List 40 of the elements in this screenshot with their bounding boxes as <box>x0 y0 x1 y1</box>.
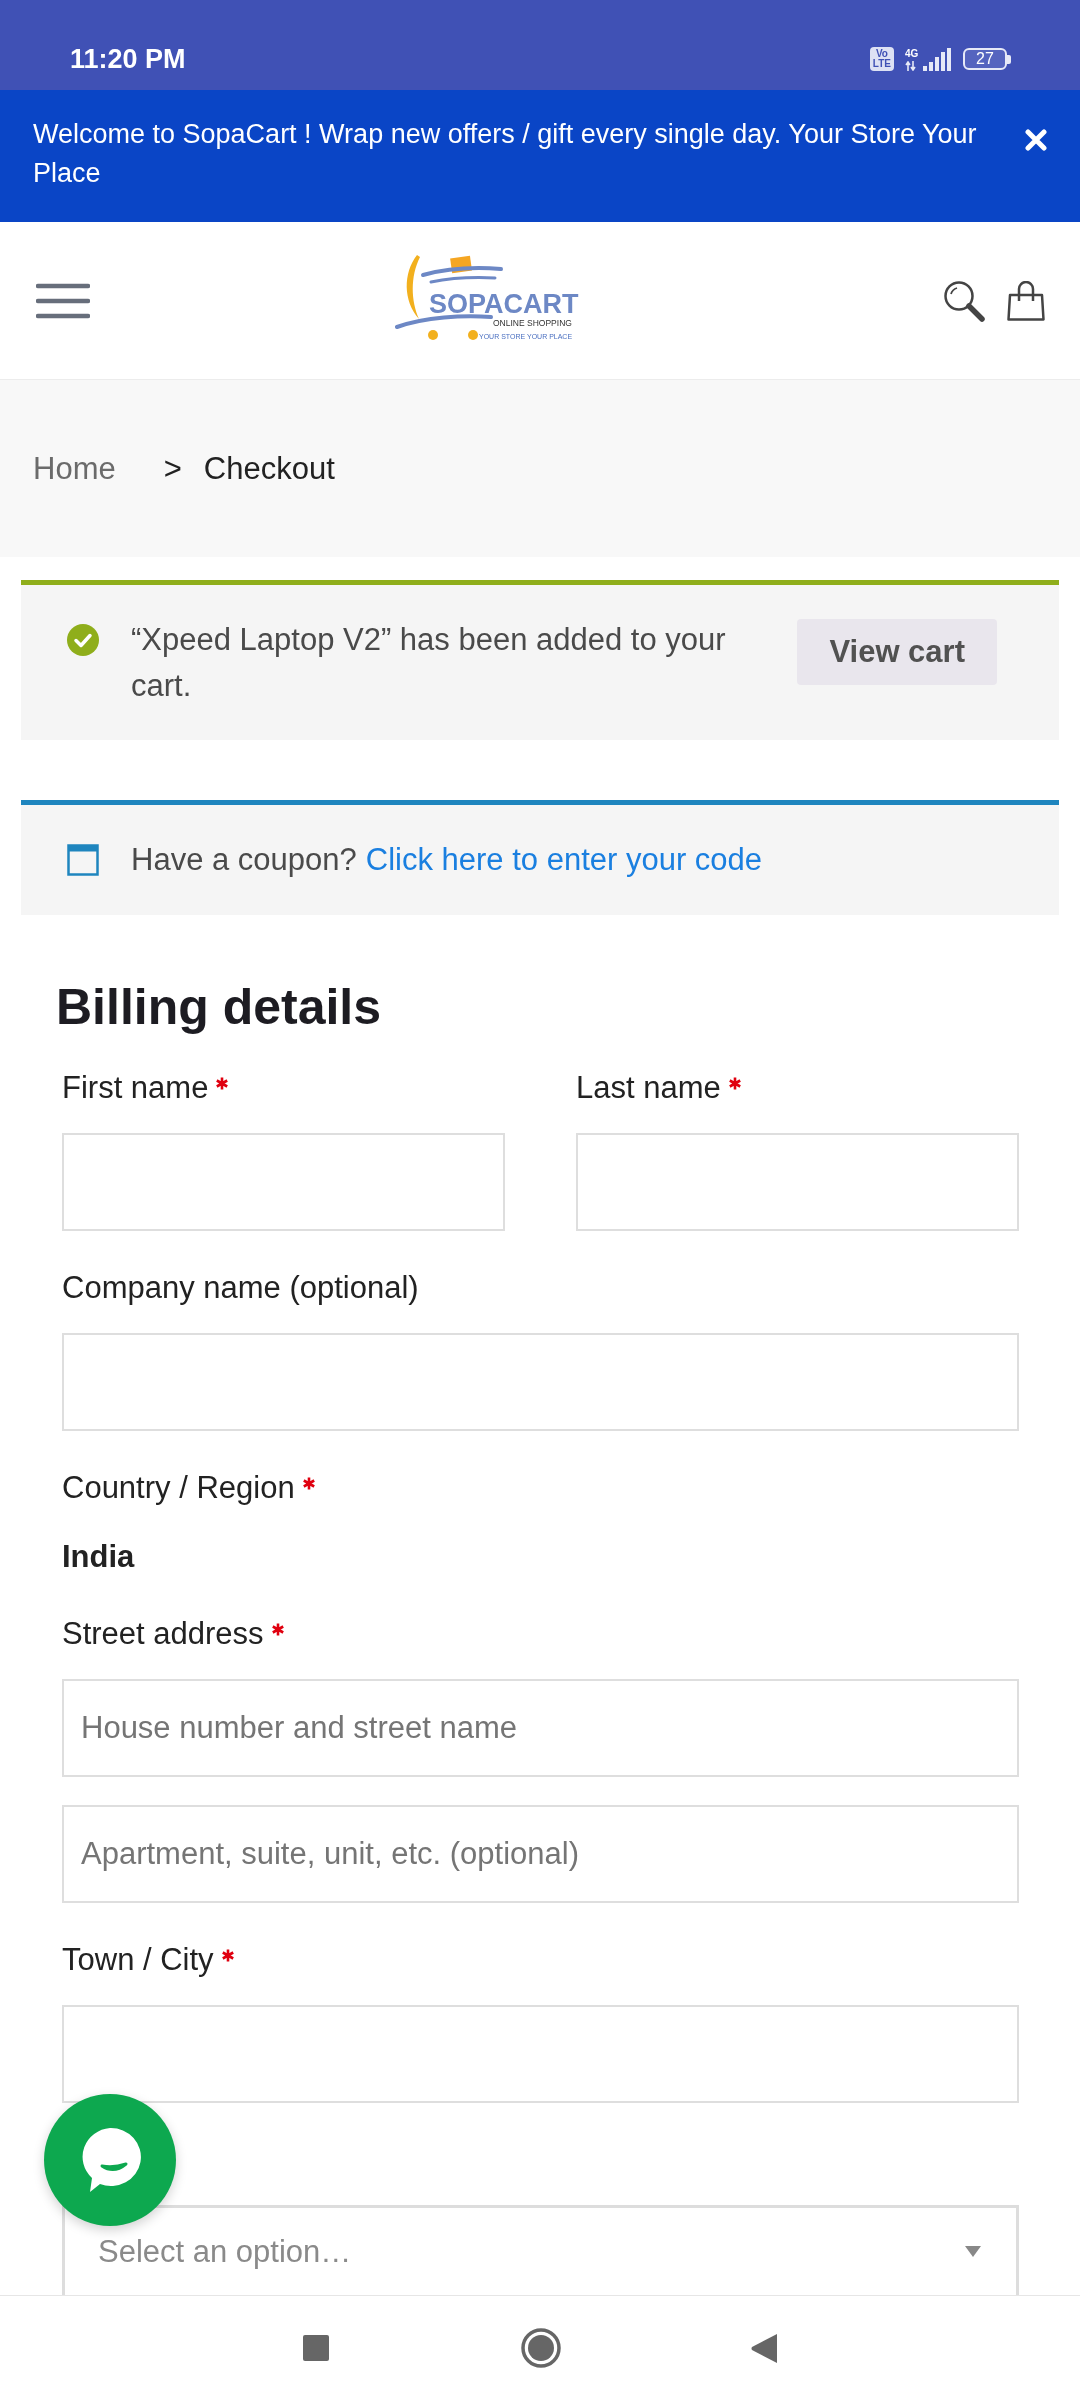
back-icon[interactable] <box>751 2333 777 2363</box>
notice-message: “Xpeed Laptop V2” has been added to your cart. <box>131 621 727 705</box>
field-label: First name <box>62 1069 209 1107</box>
signal-icon <box>923 47 951 71</box>
caret-icon <box>965 2246 981 2257</box>
input-field[interactable] <box>62 1133 505 1231</box>
input-field[interactable]: House number and street name <box>62 1679 1019 1777</box>
menu-icon[interactable] <box>36 282 90 319</box>
coupon-prompt: Have a coupon? <box>131 841 357 879</box>
data-arrows-icon <box>905 60 916 71</box>
field-label: Town / City <box>62 1941 214 1979</box>
breadcrumb-separator: > <box>163 450 182 487</box>
field-label: Company name (optional) <box>62 1269 419 1307</box>
coupon-link[interactable]: Click here to enter your code <box>365 837 763 883</box>
status-time: 11:20 PM <box>70 43 186 75</box>
shopping-bag-icon[interactable] <box>1007 280 1045 321</box>
network-type-label: 4G <box>905 47 919 59</box>
logo-wordmark: SOPACART <box>429 288 579 319</box>
volte-badge: Vo LTE <box>869 47 894 71</box>
input-field[interactable] <box>62 2005 1019 2103</box>
input-field[interactable] <box>62 1333 1019 1431</box>
field-value: India <box>62 1538 136 1576</box>
announcement-text: Welcome to SopaCart ! Wrap new offers / gift every single day. Your Store Your Place <box>33 118 978 190</box>
chat-button[interactable] <box>44 2094 176 2226</box>
home-icon[interactable] <box>521 2328 561 2368</box>
field-label: Country / Region <box>62 1469 295 1507</box>
input-field[interactable] <box>576 1133 1019 1231</box>
field-label: Street address <box>62 1615 264 1653</box>
breadcrumb-current: Checkout <box>203 450 335 487</box>
window-icon <box>67 844 99 876</box>
close-icon[interactable] <box>1025 129 1047 151</box>
input-field[interactable]: Apartment, suite, unit, etc. (optional) <box>62 1805 1019 1903</box>
field-label: Last name <box>576 1069 721 1107</box>
logo-tagline: ONLINE SHOPPING <box>493 317 572 328</box>
view-cart-button[interactable]: View cart <box>797 619 997 685</box>
battery-indicator: 27 <box>963 48 1011 70</box>
breadcrumb-link[interactable]: Home <box>33 450 116 487</box>
search-icon[interactable] <box>942 278 986 323</box>
section-title: Billing details <box>56 978 383 1037</box>
check-circle-icon <box>67 624 99 656</box>
